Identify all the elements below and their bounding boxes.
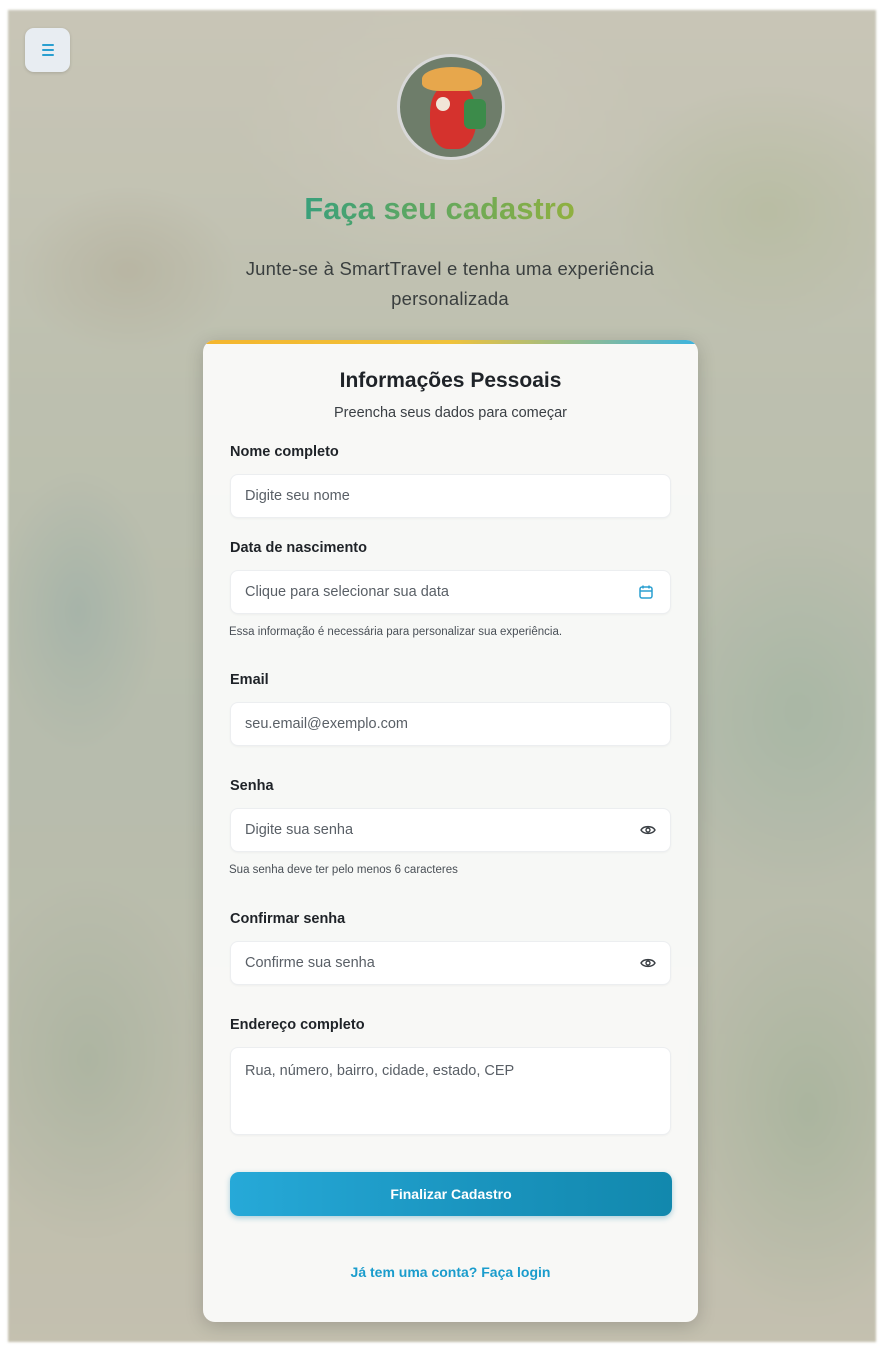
email-input[interactable]: [230, 702, 671, 746]
address-textarea[interactable]: [230, 1047, 671, 1135]
menu-button[interactable]: [25, 28, 70, 72]
birthdate-input[interactable]: [230, 570, 671, 614]
card-subtitle: Preencha seus dados para começar: [334, 405, 567, 421]
birthdate-label: Data de nascimento: [230, 540, 367, 556]
login-link[interactable]: Já tem uma conta? Faça login: [203, 1264, 698, 1280]
eye-icon[interactable]: [637, 819, 659, 841]
password-hint: Sua senha deve ter pelo menos 6 caracter…: [229, 864, 458, 876]
eye-icon[interactable]: [637, 952, 659, 974]
page-subtitle: Junte-se à SmartTravel e tenha uma exper…: [245, 258, 655, 309]
mascot-avatar: [397, 54, 505, 160]
birthdate-hint: Essa informação é necessária para person…: [229, 626, 563, 638]
confirm-password-input[interactable]: [230, 941, 671, 985]
menu-icon: [41, 44, 54, 56]
address-label: Endereço completo: [230, 1017, 365, 1033]
hat: [422, 67, 482, 91]
name-input[interactable]: [230, 474, 671, 518]
password-label: Senha: [230, 778, 274, 794]
parrot-beak: [436, 97, 450, 111]
calendar-icon[interactable]: [635, 581, 657, 603]
submit-button[interactable]: Finalizar Cadastro: [230, 1172, 672, 1216]
card-title: Informações Pessoais: [339, 369, 562, 392]
password-input[interactable]: [230, 808, 671, 852]
card-accent-line: [203, 340, 698, 344]
page-title: Faça seu cadastro: [0, 191, 879, 227]
backpack: [464, 99, 486, 129]
name-label: Nome completo: [230, 444, 339, 460]
signup-card: Informações Pessoais Preencha seus dados…: [203, 340, 698, 1322]
confirm-password-label: Confirmar senha: [230, 911, 346, 927]
email-label: Email: [230, 672, 269, 688]
